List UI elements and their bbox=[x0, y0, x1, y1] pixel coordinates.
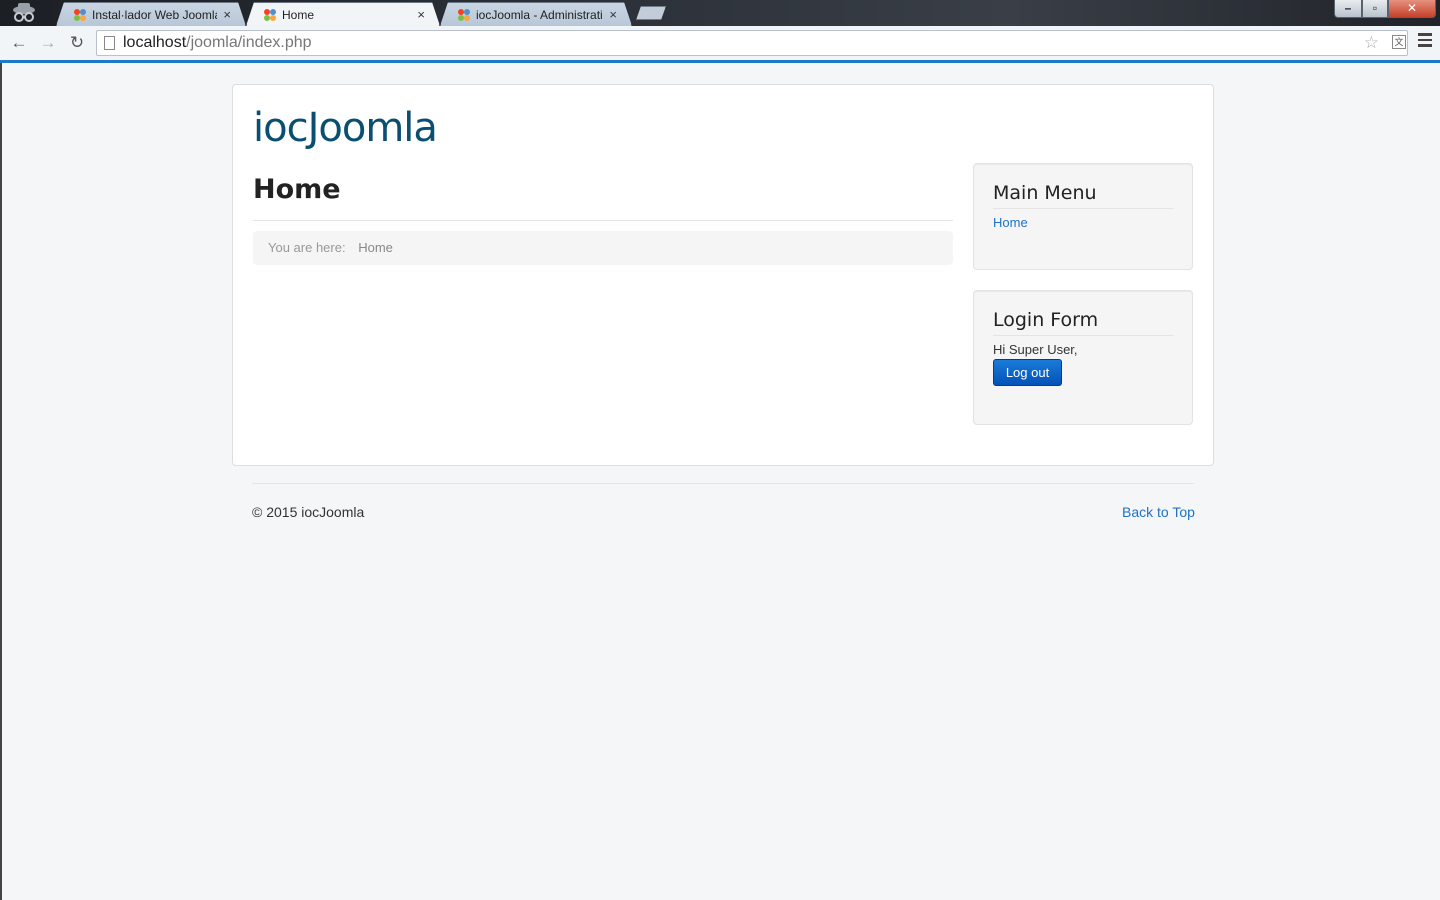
module-title: Login Form bbox=[993, 309, 1099, 331]
browser-toolbar: ← → ↻ localhost/joomla/index.php ☆ 文 bbox=[0, 26, 1440, 61]
site-body: iocJoomla Home You are here: Home Main M… bbox=[232, 84, 1214, 466]
joomla-favicon-icon bbox=[263, 8, 277, 22]
page-title: Home bbox=[253, 174, 341, 205]
login-form-module: Login Form Hi Super User, Log out bbox=[973, 290, 1193, 425]
footer-divider bbox=[252, 483, 1194, 484]
menu-item-home[interactable]: Home bbox=[993, 215, 1028, 230]
tab-title: iocJoomla - Administratio bbox=[476, 7, 604, 22]
tab-title: Instal·lador Web Joomla! bbox=[92, 7, 218, 22]
address-host: localhost bbox=[123, 34, 187, 51]
new-tab-button[interactable] bbox=[636, 6, 666, 20]
main-menu-module: Main Menu Home bbox=[973, 163, 1193, 270]
title-divider bbox=[253, 220, 953, 221]
module-title: Main Menu bbox=[993, 182, 1097, 204]
bookmark-star-icon[interactable]: ☆ bbox=[1364, 31, 1379, 55]
maximize-icon: ▫ bbox=[1372, 1, 1378, 15]
module-divider bbox=[993, 208, 1173, 209]
reload-button[interactable]: ↻ bbox=[66, 32, 88, 54]
footer-copyright: © 2015 iocJoomla bbox=[252, 504, 365, 520]
tab-close-icon[interactable]: × bbox=[609, 7, 617, 22]
joomla-favicon-icon bbox=[73, 8, 87, 22]
login-greeting: Hi Super User, bbox=[993, 342, 1078, 357]
site-brand[interactable]: iocJoomla bbox=[253, 105, 438, 151]
page-viewport: iocJoomla Home You are here: Home Main M… bbox=[0, 63, 1440, 900]
tab-installer[interactable]: Instal·lador Web Joomla! × bbox=[56, 2, 246, 26]
breadcrumb: You are here: Home bbox=[253, 231, 953, 265]
incognito-icon bbox=[13, 3, 35, 22]
page-icon bbox=[104, 36, 115, 50]
back-button[interactable]: ← bbox=[8, 32, 30, 54]
module-divider bbox=[993, 335, 1173, 336]
close-icon: ✕ bbox=[1406, 1, 1418, 15]
logout-button[interactable]: Log out bbox=[993, 359, 1062, 386]
tab-close-icon[interactable]: × bbox=[417, 7, 425, 22]
back-to-top-link[interactable]: Back to Top bbox=[1122, 504, 1195, 520]
tab-home[interactable]: Home × bbox=[246, 2, 440, 26]
tab-close-icon[interactable]: × bbox=[223, 7, 231, 22]
minimize-icon: – bbox=[1344, 1, 1352, 15]
maximize-button[interactable]: ▫ bbox=[1362, 0, 1388, 18]
chrome-menu-icon[interactable] bbox=[1418, 33, 1432, 47]
address-path: /joomla/index.php bbox=[186, 34, 312, 51]
close-window-button[interactable]: ✕ bbox=[1388, 0, 1436, 18]
minimize-button[interactable]: – bbox=[1334, 0, 1362, 18]
joomla-favicon-icon bbox=[457, 8, 471, 22]
browser-titlebar: Instal·lador Web Joomla! × iocJoomla - A… bbox=[0, 0, 1440, 26]
translate-icon[interactable]: 文 bbox=[1392, 35, 1406, 49]
breadcrumb-current: Home bbox=[358, 240, 393, 255]
address-bar[interactable]: localhost/joomla/index.php ☆ bbox=[96, 30, 1408, 56]
tab-title: Home bbox=[282, 7, 315, 22]
tab-administration[interactable]: iocJoomla - Administratio × bbox=[440, 2, 632, 26]
forward-button[interactable]: → bbox=[37, 32, 59, 54]
breadcrumb-prefix: You are here: bbox=[268, 240, 346, 255]
